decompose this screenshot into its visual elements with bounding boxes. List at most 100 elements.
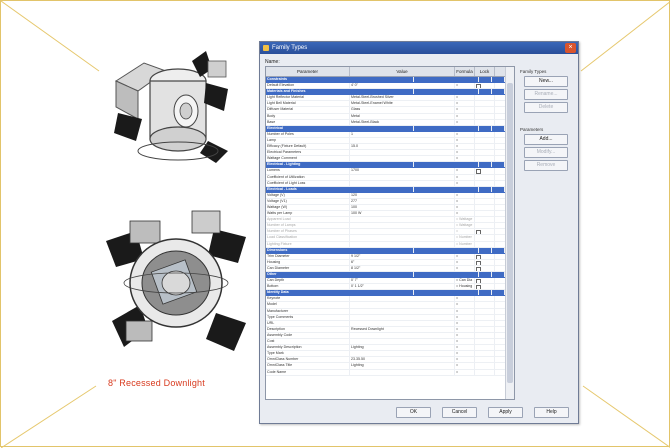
parameter-lock-cell[interactable]	[475, 369, 495, 375]
parameter-value-cell[interactable]: Metal-Steel-Brushed Silver	[350, 95, 455, 101]
parameter-name-cell[interactable]: Diffuser Material	[266, 107, 350, 113]
column-header-value[interactable]: Value	[350, 67, 455, 76]
parameter-value-cell[interactable]: 0' 7"	[350, 278, 455, 284]
parameter-value-cell[interactable]: 4' 0"	[350, 83, 455, 89]
parameter-name-cell[interactable]: Apparent Load	[266, 217, 350, 223]
parameter-name-cell[interactable]: Base	[266, 119, 350, 125]
scrollbar-thumb[interactable]	[507, 83, 513, 383]
parameter-formula-cell[interactable]: =	[455, 101, 475, 107]
parameter-name-cell[interactable]: Code Name	[266, 369, 350, 375]
parameter-name-cell[interactable]: OmniClass Title	[266, 363, 350, 369]
parameter-lock-cell[interactable]	[475, 223, 495, 229]
lock-checkbox[interactable]	[476, 254, 481, 259]
parameter-formula-cell[interactable]: =	[455, 259, 475, 265]
parameter-formula-cell[interactable]: =	[455, 150, 475, 156]
parameter-value-cell[interactable]	[350, 180, 455, 186]
parameter-value-cell[interactable]: Glass	[350, 107, 455, 113]
parameter-lock-cell[interactable]	[475, 351, 495, 357]
parameter-name-cell[interactable]: Keynote	[266, 296, 350, 302]
parameter-value-cell[interactable]: Lighting	[350, 363, 455, 369]
parameter-value-cell[interactable]	[350, 241, 455, 247]
parameter-name-cell[interactable]: Default Elevation	[266, 83, 350, 89]
parameter-name-cell[interactable]: Can Depth	[266, 278, 350, 284]
parameter-value-cell[interactable]	[350, 351, 455, 357]
parameter-lock-cell[interactable]	[475, 83, 495, 89]
parameter-value-cell[interactable]	[350, 235, 455, 241]
parameter-name-cell[interactable]: Wattage (W)	[266, 204, 350, 211]
parameter-value-cell[interactable]	[350, 174, 455, 180]
apply-button[interactable]: Apply	[488, 407, 523, 418]
parameter-formula-cell[interactable]: =	[455, 180, 475, 186]
parameter-value-cell[interactable]	[350, 320, 455, 326]
parameter-value-cell[interactable]: Recessed Downlight	[350, 326, 455, 332]
parameter-value-cell[interactable]	[350, 229, 455, 235]
parameter-name-cell[interactable]: Lighting Fixture	[266, 241, 350, 247]
parameter-formula-cell[interactable]: =	[455, 332, 475, 339]
parameter-formula-cell[interactable]: =	[455, 113, 475, 119]
parameter-value-cell[interactable]: 23.35.50	[350, 357, 455, 363]
parameter-lock-cell[interactable]	[475, 284, 495, 290]
parameter-value-cell[interactable]: Metal-Steel-Enamel White	[350, 101, 455, 107]
column-header-parameter[interactable]: Parameter	[266, 67, 350, 76]
parameter-formula-cell[interactable]: =	[455, 351, 475, 357]
parameter-name-cell[interactable]: Load Classification	[266, 235, 350, 241]
parameter-value-cell[interactable]	[350, 223, 455, 229]
parameter-lock-cell[interactable]	[475, 278, 495, 284]
lock-checkbox[interactable]	[476, 266, 481, 271]
rename-type-button[interactable]: Rename...	[524, 89, 568, 100]
parameter-formula-cell[interactable]: =	[455, 198, 475, 204]
parameter-lock-cell[interactable]	[475, 198, 495, 204]
add-parameter-button[interactable]: Add...	[524, 134, 568, 145]
parameter-name-cell[interactable]: Efficacy (Fixture Default)	[266, 144, 350, 150]
remove-parameter-button[interactable]: Remove	[524, 160, 568, 171]
parameter-lock-cell[interactable]	[475, 320, 495, 326]
parameter-value-cell[interactable]	[350, 369, 455, 375]
parameter-formula-cell[interactable]: = Wattage	[455, 217, 475, 223]
new-type-button[interactable]: New...	[524, 76, 568, 87]
lock-checkbox[interactable]	[476, 260, 481, 265]
parameter-lock-cell[interactable]	[475, 265, 495, 271]
parameter-lock-cell[interactable]	[475, 345, 495, 351]
parameter-lock-cell[interactable]	[475, 156, 495, 162]
parameter-lock-cell[interactable]	[475, 235, 495, 241]
parameter-formula-cell[interactable]: = Wattage	[455, 223, 475, 229]
parameter-name-cell[interactable]: Bottom	[266, 284, 350, 290]
parameter-lock-cell[interactable]	[475, 144, 495, 150]
parameter-value-cell[interactable]: 9 1/2"	[350, 253, 455, 259]
parameter-formula-cell[interactable]: =	[455, 211, 475, 217]
parameter-value-cell[interactable]	[350, 150, 455, 156]
parameter-value-cell[interactable]	[350, 314, 455, 320]
parameter-name-cell[interactable]: Light Bell Material	[266, 101, 350, 107]
parameter-name-cell[interactable]: Can Diameter	[266, 265, 350, 271]
parameter-formula-cell[interactable]: =	[455, 265, 475, 271]
parameter-formula-cell[interactable]: =	[455, 308, 475, 314]
parameter-name-cell[interactable]: Lumens	[266, 168, 350, 174]
parameter-value-cell[interactable]	[350, 302, 455, 308]
parameter-value-cell[interactable]	[350, 296, 455, 302]
parameter-formula-cell[interactable]: =	[455, 137, 475, 144]
parameter-name-cell[interactable]: Electrical Parameters	[266, 150, 350, 156]
parameter-value-cell[interactable]: 100	[350, 204, 455, 211]
parameter-name-cell[interactable]: Number of Phases	[266, 229, 350, 235]
parameter-name-cell[interactable]: Number of Lamps	[266, 223, 350, 229]
parameter-value-cell[interactable]	[350, 156, 455, 162]
parameter-formula-cell[interactable]: =	[455, 314, 475, 320]
parameter-formula-cell[interactable]: =	[455, 83, 475, 89]
lock-checkbox[interactable]	[476, 169, 481, 174]
parameter-formula-cell[interactable]: =	[455, 363, 475, 369]
parameter-value-cell[interactable]	[350, 137, 455, 144]
parameter-name-cell[interactable]: Number of Poles	[266, 131, 350, 137]
parameter-lock-cell[interactable]	[475, 107, 495, 113]
parameter-lock-cell[interactable]	[475, 95, 495, 101]
parameter-formula-cell[interactable]: =	[455, 204, 475, 211]
help-button[interactable]: Help	[534, 407, 569, 418]
lock-checkbox[interactable]	[476, 285, 481, 290]
parameter-formula-cell[interactable]: =	[455, 357, 475, 363]
parameter-formula-cell[interactable]: = Can Dia	[455, 278, 475, 284]
parameter-name-cell[interactable]: Lamp	[266, 137, 350, 144]
parameter-value-cell[interactable]	[350, 217, 455, 223]
parameter-lock-cell[interactable]	[475, 363, 495, 369]
parameter-formula-cell[interactable]: =	[455, 119, 475, 125]
parameter-name-cell[interactable]: Body	[266, 113, 350, 119]
delete-type-button[interactable]: Delete	[524, 102, 568, 113]
